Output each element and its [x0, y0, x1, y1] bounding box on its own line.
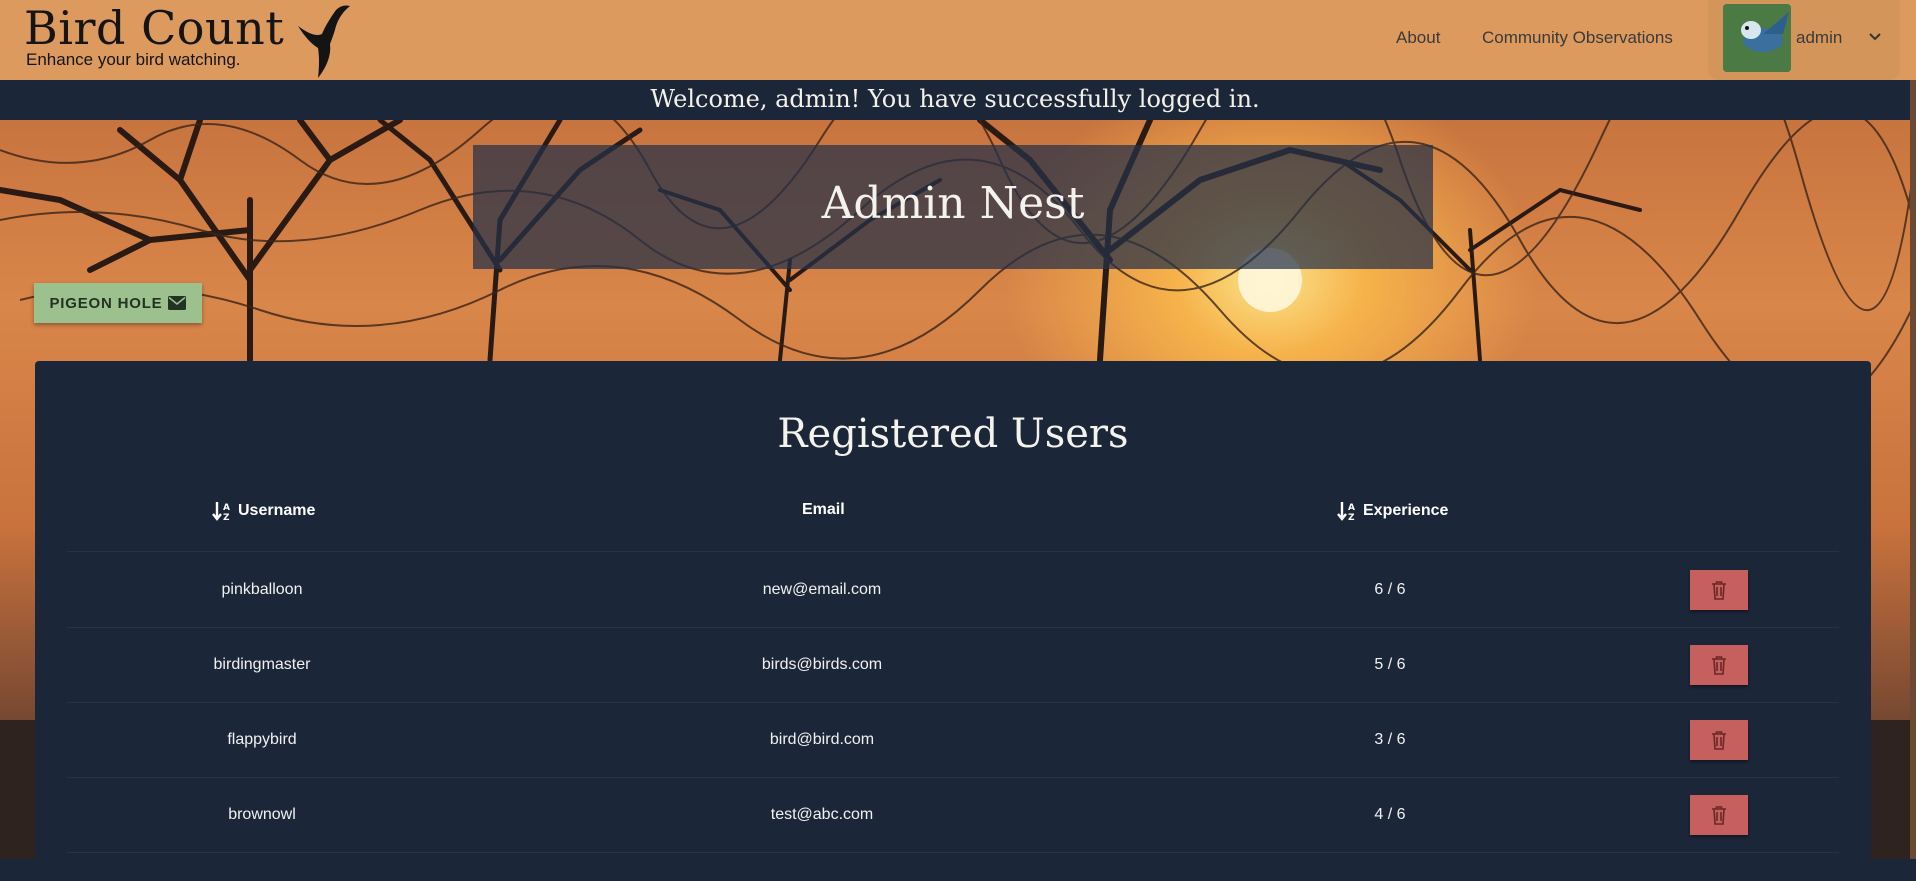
brand-title: Bird Count [24, 1, 285, 55]
sort-alpha-icon[interactable]: A Z [1337, 501, 1359, 521]
page-title-panel: Admin Nest [473, 145, 1433, 269]
pigeon-hole-label: PIGEON HOLE [49, 294, 163, 312]
top-navbar: Bird Count Enhance your bird watching. A… [0, 0, 1916, 80]
row-divider [67, 702, 1839, 703]
row-divider [67, 777, 1839, 778]
delete-user-button[interactable] [1690, 570, 1748, 610]
trash-icon [1712, 656, 1726, 675]
column-header-email: Email [802, 501, 845, 519]
svg-text:A: A [1348, 503, 1355, 513]
chevron-down-icon[interactable] [1868, 30, 1882, 44]
cell-email: bird@bird.com [769, 731, 875, 748]
cell-username: birdingmaster [213, 656, 311, 673]
page-title: Admin Nest [821, 178, 1085, 229]
column-header-email-label: Email [802, 501, 845, 518]
cell-username: brownowl [228, 806, 296, 823]
cell-experience: 4 / 6 [1374, 806, 1406, 823]
svg-text:Z: Z [1348, 513, 1355, 521]
trash-icon [1712, 731, 1726, 750]
cell-experience: 5 / 6 [1374, 656, 1406, 673]
envelope-icon [168, 296, 187, 310]
user-name: admin [1796, 28, 1843, 47]
user-avatar [1723, 4, 1791, 72]
user-menu[interactable]: admin [1708, 0, 1900, 80]
column-header-experience[interactable]: A Z Experience [1337, 501, 1448, 521]
pigeon-hole-button[interactable]: PIGEON HOLE [34, 283, 202, 323]
nav-about-link[interactable]: About [1396, 28, 1440, 48]
bird-silhouette-icon [298, 5, 350, 78]
svg-text:Z: Z [223, 513, 230, 521]
cell-email: test@abc.com [770, 806, 874, 823]
row-divider [67, 852, 1839, 853]
delete-user-button[interactable] [1690, 645, 1748, 685]
registered-users-title: Registered Users [777, 411, 1129, 457]
cell-email: new@email.com [762, 581, 882, 598]
brand-logo[interactable]: Bird Count Enhance your bird watching. [24, 0, 350, 78]
row-divider [67, 627, 1839, 628]
cell-experience: 3 / 6 [1374, 731, 1406, 748]
registered-users-card: Registered Users A Z Username Email A Z … [35, 361, 1871, 881]
delete-user-button[interactable] [1690, 720, 1748, 760]
svg-text:A: A [223, 503, 230, 513]
trash-icon [1712, 581, 1726, 600]
cell-username: pinkballoon [221, 581, 303, 598]
trash-icon [1712, 806, 1726, 825]
cell-email: birds@birds.com [761, 656, 883, 673]
page-scrollbar[interactable] [1910, 80, 1916, 859]
cell-username: flappybird [227, 731, 297, 748]
brand-tagline: Enhance your bird watching. [26, 50, 241, 69]
cell-experience: 6 / 6 [1374, 581, 1406, 598]
row-divider [67, 551, 1839, 552]
sort-alpha-icon[interactable]: A Z [212, 501, 234, 521]
welcome-banner: Welcome, admin! You have successfully lo… [0, 80, 1910, 120]
column-header-experience-label: Experience [1363, 502, 1449, 519]
column-header-username[interactable]: A Z Username [212, 501, 315, 521]
nav-community-observations-link[interactable]: Community Observations [1482, 28, 1673, 48]
column-header-username-label: Username [238, 502, 316, 519]
delete-user-button[interactable] [1690, 795, 1748, 835]
